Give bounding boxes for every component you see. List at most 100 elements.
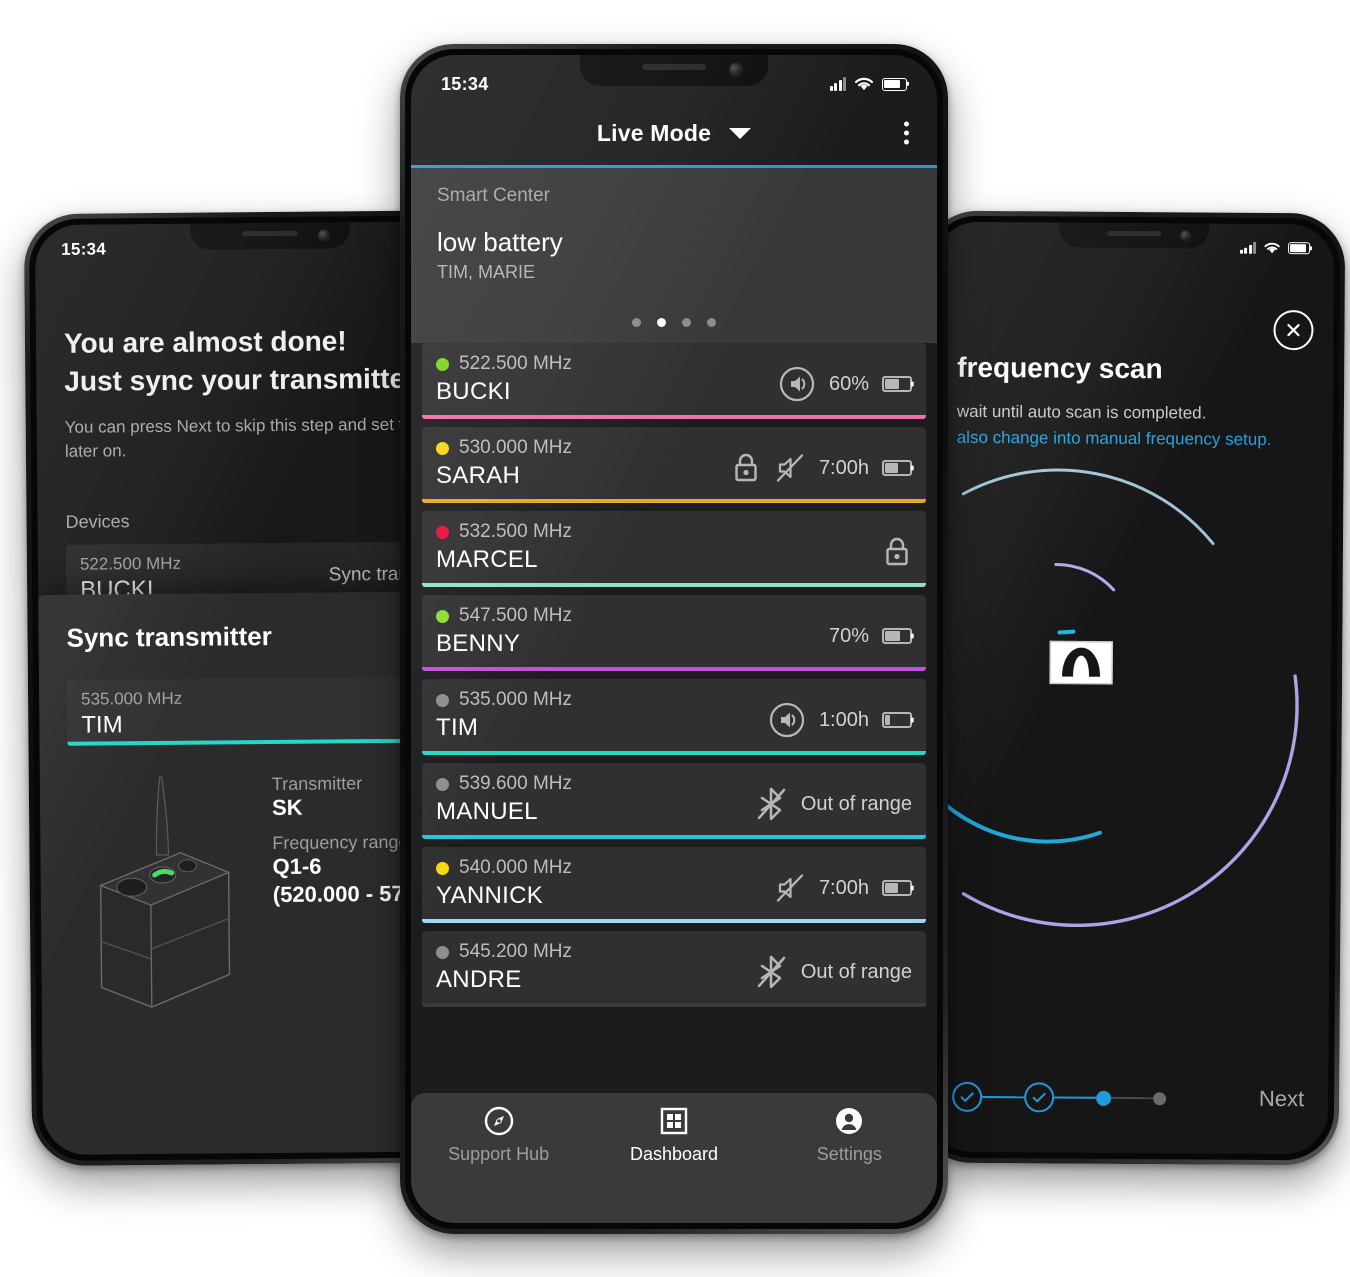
device-name: YANNICK [436,882,544,909]
device-status: 1:00h [768,689,914,755]
device-row[interactable]: 532.500 MHz MARCEL [422,511,926,587]
tab-support-hub[interactable]: Support Hub [411,1105,586,1223]
lock-icon[interactable] [882,535,912,569]
battery-icon [882,460,914,476]
device-frequency: 522.500 MHz [79,553,182,574]
step-pending-4[interactable] [1153,1091,1167,1105]
bluetooth-off-icon[interactable] [754,785,788,823]
status-dot [436,861,449,875]
device-row[interactable]: 530.000 MHz SARAH 7:00h [422,427,926,503]
chevron-down-icon[interactable] [729,127,752,139]
device-frequency: 532.500 MHz [459,521,573,542]
right-instruction: wait until auto scan is completed. [956,401,1207,423]
kebab-menu-icon[interactable] [904,121,909,145]
tab-label: Settings [816,1144,882,1164]
status-dot [436,357,449,371]
tab-dashboard[interactable]: Dashboard [586,1105,761,1223]
device-frequency: 540.000 MHz [459,857,573,878]
step-connector [1111,1096,1154,1100]
step-current-3[interactable] [1096,1090,1112,1106]
wizard-stepper [952,1081,1167,1113]
battery-icon [882,628,914,644]
next-button[interactable]: Next [1259,1086,1304,1112]
carousel-dot[interactable] [632,318,641,327]
bottom-tab-bar[interactable]: Support Hub Dashboard Settings [411,1093,937,1223]
device-info: 539.600 MHz MANUEL [436,773,754,839]
tab-settings[interactable]: Settings [762,1105,937,1223]
device-row[interactable]: 539.600 MHz MANUEL Out of range [422,763,926,839]
carousel-dot-active[interactable] [657,318,666,327]
right-phone-screen: frequency scan wait until auto scan is c… [927,221,1335,1155]
device-color-line [422,1003,926,1007]
device-row[interactable]: 522.500 MHz BUCKI 60% [422,343,926,419]
device-name: SARAH [436,462,521,489]
device-value: 70% [828,624,869,647]
speaker-circle-icon[interactable] [778,365,816,403]
smart-center-label: Smart Center [437,185,550,206]
device-info: 532.500 MHz MARCEL [436,521,882,587]
device-status: Out of range [754,941,912,1007]
center-phone-screen: 15:34 Live Mode Smart Center low battery… [411,55,937,1223]
device-info: 535.000 MHz TIM [436,689,768,755]
device-status: Out of range [754,773,912,839]
status-time: 15:34 [441,73,489,94]
speaker-circle-icon[interactable] [768,701,806,739]
device-color-line [422,835,926,839]
device-info: 522.500 MHz BUCKI [436,353,778,419]
center-notch [580,55,768,86]
device-frequency: 535.000 MHz [81,688,183,709]
device-color-line [422,415,926,419]
device-value: 7:00h [818,456,869,479]
device-name: TIM [81,711,123,739]
lock-icon[interactable] [731,451,761,485]
device-frequency-line: 547.500 MHz [436,605,829,627]
app-header: Live Mode [411,101,937,165]
speaker-muted-icon[interactable] [774,872,806,904]
carousel-dot[interactable] [707,318,716,327]
speaker-muted-icon[interactable] [774,452,806,484]
device-name: MANUEL [436,798,538,825]
device-value: Out of range [800,792,912,815]
device-name: BUCKI [436,378,511,405]
left-notch [189,222,351,250]
right-footer: Next [928,1081,1328,1115]
center-phone-mockup: 15:34 Live Mode Smart Center low battery… [400,44,948,1234]
step-completed-2[interactable] [1024,1082,1055,1113]
earpiece-speaker-icon [242,230,299,237]
status-indicators [1239,241,1311,255]
right-title: frequency scan [957,351,1163,385]
status-dot [436,441,449,455]
front-camera-icon [318,229,331,242]
device-list[interactable]: 522.500 MHz BUCKI 60% 530.000 MHz SARAH 7:00h… [411,343,937,1223]
status-indicators [829,76,907,92]
header-accent-line [411,165,937,168]
step-completed-1[interactable] [952,1081,983,1112]
mode-title[interactable]: Live Mode [597,120,711,147]
device-row[interactable]: 545.200 MHz ANDRE Out of range [422,931,926,1007]
device-status: 70% [828,605,914,671]
cellular-bars-icon [1239,241,1257,254]
carousel-dots[interactable] [411,318,937,327]
status-dot [436,525,449,539]
bluetooth-off-icon[interactable] [754,953,788,991]
device-row[interactable]: 540.000 MHz YANNICK 7:00h [422,847,926,923]
device-frequency-line: 535.000 MHz [436,689,768,711]
device-row[interactable]: 547.500 MHz BENNY 70% [422,595,926,671]
carousel-dot[interactable] [682,318,691,327]
device-frequency-line: 532.500 MHz [436,521,882,543]
screenshot-stage: 15:34 You are almost done! Just sync you… [0,0,1350,1277]
status-time: 15:34 [61,239,107,259]
right-notch [1059,222,1210,249]
device-row[interactable]: 535.000 MHz TIM 1:00h [422,679,926,755]
battery-icon [882,376,914,392]
smart-center-card[interactable]: Smart Center low battery TIM, MARIE [411,168,937,343]
device-info: 545.200 MHz ANDRE [436,941,754,1007]
right-content: frequency scan wait until auto scan is c… [928,274,1334,1155]
earpiece-speaker-icon [642,64,706,70]
device-status [882,521,912,587]
status-dot [436,777,449,791]
front-camera-icon [1180,230,1192,242]
close-icon[interactable] [1273,309,1314,351]
device-frequency: 539.600 MHz [459,773,573,794]
status-dot [436,945,449,959]
